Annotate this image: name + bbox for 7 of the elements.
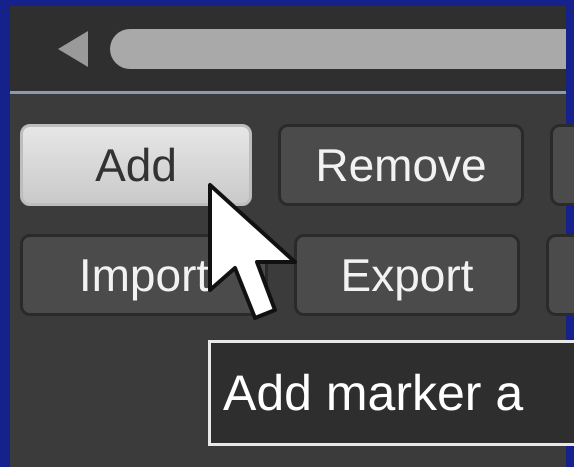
toolbar-button[interactable]: Export [294, 234, 520, 316]
toolbar-button[interactable]: Remove [278, 124, 524, 206]
scroll-thumb[interactable] [110, 28, 566, 68]
scrollbar[interactable] [10, 6, 566, 94]
left-arrow-icon[interactable] [58, 30, 88, 66]
tooltip: Add marker a [208, 340, 574, 446]
toolbar-button[interactable]: Add [20, 124, 252, 206]
